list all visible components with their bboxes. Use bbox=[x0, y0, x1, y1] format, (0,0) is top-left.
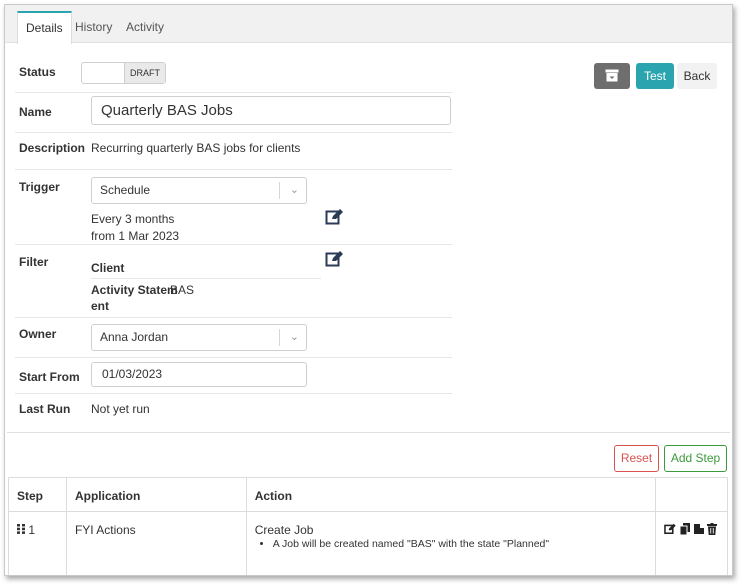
trigger-select-value: Schedule bbox=[100, 183, 151, 197]
start-from-label: Start From bbox=[19, 370, 80, 384]
workflow-panel: Details History Activity Status DRAFT Na… bbox=[4, 4, 733, 576]
trigger-label: Trigger bbox=[19, 180, 60, 194]
owner-select-value: Anna Jordan bbox=[100, 330, 169, 344]
table-row[interactable]: 1 FYI Actions Create Job A Job will be c… bbox=[8, 511, 729, 575]
select-divider bbox=[279, 182, 280, 199]
action-cell: Create Job A Job will be created named "… bbox=[245, 511, 656, 575]
application-cell: FYI Actions bbox=[65, 511, 247, 575]
tab-bar: Details History Activity bbox=[5, 5, 732, 44]
column-header-step: Step bbox=[8, 477, 67, 512]
duplicate-icon[interactable] bbox=[693, 523, 704, 535]
description-row: Description Recurring quarterly BAS jobs… bbox=[15, 133, 452, 170]
tab-activity[interactable]: Activity bbox=[118, 11, 172, 44]
filter-activity-field-line2: ent bbox=[91, 299, 109, 313]
chevron-down-icon: ⌄ bbox=[289, 184, 299, 196]
step-cell: 1 bbox=[8, 511, 67, 575]
description-value: Recurring quarterly BAS jobs for clients bbox=[91, 141, 301, 155]
edit-filter-icon[interactable] bbox=[325, 250, 345, 268]
last-run-row: Last Run Not yet run bbox=[15, 394, 452, 421]
edit-trigger-icon[interactable] bbox=[325, 208, 345, 226]
filter-activity-value: BAS bbox=[170, 283, 195, 297]
description-label: Description bbox=[19, 141, 86, 155]
filter-label: Filter bbox=[19, 255, 49, 269]
tab-history[interactable]: History bbox=[67, 11, 120, 44]
archive-icon bbox=[605, 69, 619, 82]
column-header-application: Application bbox=[65, 477, 247, 512]
section-divider bbox=[7, 432, 730, 433]
edit-step-icon[interactable] bbox=[664, 523, 677, 535]
owner-select[interactable]: Anna Jordan ⌄ bbox=[91, 324, 307, 351]
select-divider bbox=[279, 329, 280, 346]
drag-handle-icon[interactable] bbox=[17, 524, 25, 534]
last-run-value: Not yet run bbox=[91, 402, 150, 416]
trigger-summary-line1: Every 3 months bbox=[91, 212, 175, 226]
status-toggle[interactable]: DRAFT bbox=[81, 62, 166, 84]
step-number: 1 bbox=[28, 523, 36, 537]
steps-table: Step Application Action 1 FYI Actions Cr… bbox=[8, 477, 729, 575]
action-detail: A Job will be created named "BAS" with t… bbox=[273, 538, 647, 550]
action-title: Create Job bbox=[254, 523, 314, 537]
archive-button[interactable] bbox=[594, 63, 630, 89]
chevron-down-icon: ⌄ bbox=[289, 331, 299, 343]
owner-label: Owner bbox=[19, 327, 57, 341]
trigger-select[interactable]: Schedule ⌄ bbox=[91, 177, 307, 204]
name-label: Name bbox=[19, 105, 52, 119]
filter-divider bbox=[91, 278, 321, 279]
tab-details[interactable]: Details bbox=[17, 11, 72, 44]
name-input[interactable]: Quarterly BAS Jobs bbox=[91, 96, 451, 125]
copy-icon[interactable] bbox=[679, 523, 691, 536]
status-badge: DRAFT bbox=[124, 63, 165, 83]
action-detail-list: A Job will be created named "BAS" with t… bbox=[273, 538, 647, 550]
row-tools-cell bbox=[654, 511, 729, 575]
reset-button[interactable]: Reset bbox=[614, 445, 659, 472]
column-header-action: Action bbox=[245, 477, 656, 512]
table-header-row: Step Application Action bbox=[8, 477, 729, 512]
trash-icon[interactable] bbox=[707, 523, 717, 535]
test-button[interactable]: Test bbox=[636, 63, 674, 89]
filter-row: Filter Client Activity Statem ent BAS bbox=[15, 245, 452, 318]
back-button[interactable]: Back bbox=[677, 63, 717, 89]
trigger-summary-line2: from 1 Mar 2023 bbox=[91, 229, 180, 243]
filter-client-field: Client bbox=[91, 261, 125, 275]
start-date-input[interactable]: 01/03/2023 bbox=[91, 362, 307, 387]
status-label: Status bbox=[19, 65, 56, 79]
column-header-tools bbox=[654, 477, 729, 512]
last-run-label: Last Run bbox=[19, 402, 71, 416]
add-step-button[interactable]: Add Step bbox=[664, 445, 727, 472]
filter-activity-field-line1: Activity Statem bbox=[91, 283, 178, 297]
